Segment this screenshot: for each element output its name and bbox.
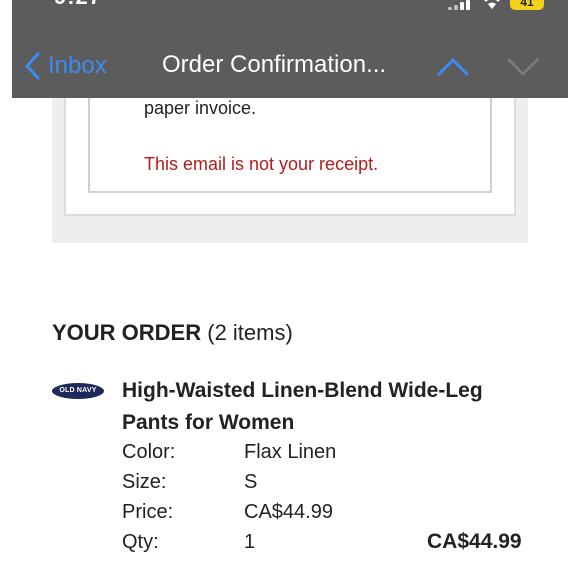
message-subject-title: Order Confirmation...	[162, 51, 387, 78]
wifi-icon	[484, 0, 500, 9]
chevron-left-icon	[25, 52, 40, 80]
back-label: Inbox	[48, 52, 107, 79]
order-item-count: (2 items)	[207, 320, 293, 345]
mail-screen: 9:27 41 Inbox Order Confirmation...	[12, 0, 568, 580]
cellular-signal-icon	[448, 0, 474, 10]
notice-box: paper invoice. This email is not your re…	[88, 98, 492, 193]
product-name-link[interactable]: High-Waisted Linen-Blend Wide-Leg Pants …	[122, 375, 542, 439]
previous-message-chevron-up-icon[interactable]	[436, 52, 470, 82]
not-receipt-warning: This email is not your receipt.	[144, 154, 379, 174]
notice-text: paper invoice.	[144, 98, 257, 118]
line-item-total: CA$44.99	[427, 530, 522, 553]
screenshot-frame: 9:27 41 Inbox Order Confirmation...	[0, 0, 580, 580]
attribute-value-qty: 1	[244, 531, 256, 553]
notice-frame: paper invoice. This email is not your re…	[64, 98, 516, 216]
order-heading: YOUR ORDER (2 items)	[52, 320, 293, 346]
notice-panel: paper invoice. This email is not your re…	[52, 98, 528, 243]
back-to-inbox-button[interactable]: Inbox	[24, 50, 107, 82]
attribute-label-qty: Qty:	[122, 531, 159, 553]
navigation-bar: 9:27 41 Inbox Order Confirmation...	[12, 0, 568, 98]
attribute-value-color: Flax Linen	[244, 441, 337, 463]
old-navy-logo: OLD NAVY	[52, 383, 104, 399]
attribute-label-color: Color:	[122, 441, 176, 463]
battery-indicator: 41	[510, 0, 544, 10]
attribute-value-price: CA$44.99	[244, 501, 333, 523]
attribute-label-price: Price:	[122, 501, 174, 523]
status-time: 9:27	[54, 0, 102, 10]
attribute-value-size: S	[244, 471, 258, 493]
next-message-chevron-down-icon[interactable]	[506, 52, 540, 82]
attribute-label-size: Size:	[122, 471, 167, 493]
order-heading-label: YOUR ORDER	[52, 320, 202, 345]
